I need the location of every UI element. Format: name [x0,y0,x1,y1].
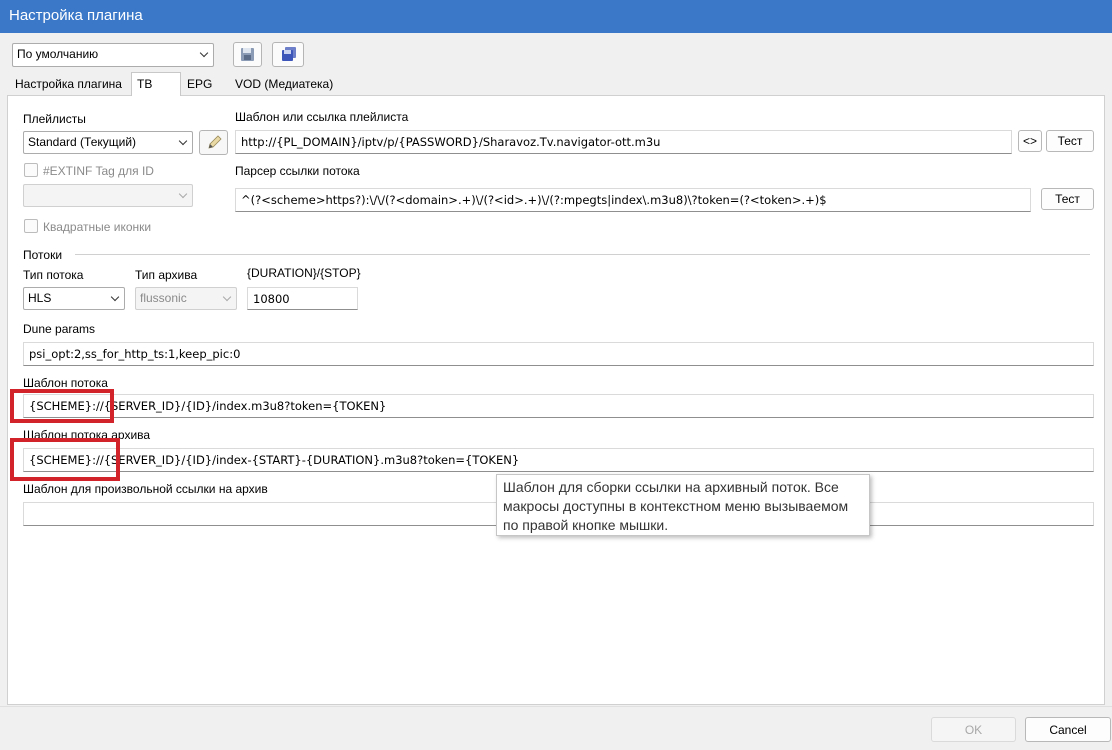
streams-section-label: Потоки [23,248,63,262]
preset-select-value: По умолчанию [17,47,99,61]
tab-label: Настройка плагина [15,77,122,91]
tab-label: EPG [187,77,213,91]
footer-divider [0,706,1112,707]
custom-archive-label: Шаблон для произвольной ссылки на архив [23,482,268,496]
parser-input[interactable]: ^(?<scheme>https?):\/\/(?<domain>.+)\/(?… [235,188,1031,212]
stream-type-select[interactable]: HLS [23,287,125,310]
tooltip: Шаблон для сборки ссылки на архивный пот… [496,474,870,536]
extinf-select[interactable] [23,184,193,207]
extinf-label: #EXTINF Tag для ID [43,164,154,178]
window-title: Настройка плагина [0,0,1112,33]
stream-template-label: Шаблон потока [23,376,108,390]
test-playlist-button[interactable]: Тест [1046,130,1094,152]
multiple-floppy-icon [282,47,296,61]
chevron-down-icon [110,292,120,302]
test-parser-button[interactable]: Тест [1041,188,1094,210]
highlight-box [10,389,114,423]
stream-type-value: HLS [28,291,52,305]
tab-vod[interactable]: VOD (Медиатека) [230,73,338,95]
cancel-button[interactable]: Cancel [1025,717,1111,742]
stream-type-label: Тип потока [23,268,84,282]
square-icons-label: Квадратные иконки [43,220,152,234]
ok-button[interactable]: OK [931,717,1016,742]
extinf-checkbox[interactable] [24,163,38,177]
tab-plugin-settings[interactable]: Настройка плагина [10,73,127,95]
archive-type-select[interactable]: flussonic [135,287,237,310]
section-divider [75,254,1090,255]
playlist-select[interactable]: Standard (Текущий) [23,131,193,154]
duration-label: {DURATION}/{STOP} [247,266,361,280]
chevron-down-icon [178,189,188,199]
highlight-box [10,438,120,481]
playlists-label: Плейлисты [23,112,86,126]
parser-label: Парсер ссылки потока [235,164,360,178]
macro-button[interactable]: <> [1018,130,1042,152]
tab-label: ТВ [137,77,153,91]
edit-playlist-button[interactable] [199,130,228,155]
save-button[interactable] [233,42,262,67]
tab-epg[interactable]: EPG [182,73,217,95]
chevron-down-icon [178,136,188,146]
pencil-icon [208,135,222,149]
stream-template-input[interactable]: {SCHEME}://{SERVER_ID}/{ID}/index.m3u8?t… [23,394,1094,418]
duration-input[interactable]: 10800 [247,287,358,310]
playlist-template-label: Шаблон или ссылка плейлиста [235,110,409,124]
chevron-down-icon [199,48,209,58]
archive-template-input[interactable]: {SCHEME}://{SERVER_ID}/{ID}/index-{START… [23,448,1094,472]
playlist-template-input[interactable]: http://{PL_DOMAIN}/iptv/p/{PASSWORD}/Sha… [235,130,1012,154]
archive-type-value: flussonic [140,291,187,305]
dune-params-label: Dune params [23,322,96,336]
save-all-button[interactable] [272,42,304,67]
chevron-down-icon [222,292,232,302]
tab-label: VOD (Медиатека) [235,77,334,91]
playlist-select-value: Standard (Текущий) [28,135,137,149]
tab-tv[interactable]: ТВ [131,72,181,96]
preset-select[interactable]: По умолчанию [12,43,214,67]
floppy-disk-icon [241,48,254,61]
archive-type-label: Тип архива [135,268,198,282]
dune-params-input[interactable]: psi_opt:2,ss_for_http_ts:1,keep_pic:0 [23,342,1094,366]
square-icons-checkbox[interactable] [24,219,38,233]
